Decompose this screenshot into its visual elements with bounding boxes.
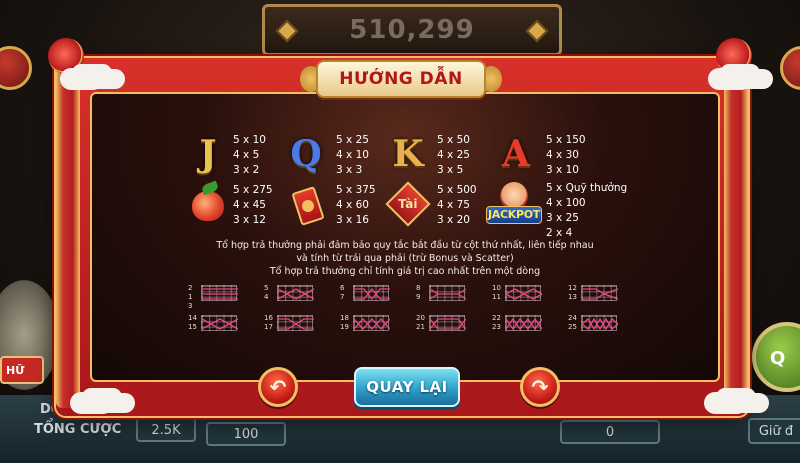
- paytable-a: 5 x 150 4 x 30 3 x 10: [546, 134, 586, 176]
- paytable-k: 5 x 50 4 x 25 3 x 5: [437, 134, 470, 176]
- back-button[interactable]: QUAY LẠI: [354, 367, 460, 407]
- payline-group: 89: [416, 284, 486, 301]
- payline-group: 10 11: [492, 284, 562, 301]
- paytable-q: 5 x 25 4 x 10 3 x 3: [336, 134, 369, 176]
- win-box: 0: [560, 420, 660, 444]
- previous-page-button[interactable]: ↶: [258, 367, 298, 407]
- arrow-left-icon: ↶: [269, 375, 287, 399]
- cloud-icon: [708, 68, 752, 90]
- paytable-j: 5 x 10 4 x 53 x 2: [233, 134, 266, 176]
- cloud-icon: [60, 68, 104, 90]
- payline-group: 16 17: [264, 314, 334, 331]
- payline-group: 67: [340, 284, 410, 301]
- arrow-right-icon: ↷: [531, 375, 549, 399]
- payline-group: 54: [264, 284, 334, 301]
- jackpot-bar: 510,299: [262, 4, 562, 56]
- tai-diamond-icon: Tài: [385, 181, 431, 227]
- bet-box[interactable]: 100: [206, 422, 286, 446]
- payline-group: 18 19: [340, 314, 410, 331]
- symbol-j-icon: J: [199, 133, 217, 175]
- rules-text: Tổ hợp trả thưởng phải đảm bảo quy tắc b…: [216, 240, 594, 277]
- payline-group: 20 21: [416, 314, 486, 331]
- payline-group: 12 13: [568, 284, 638, 301]
- payline-group: 24 25: [568, 314, 638, 331]
- left-pillar: [56, 58, 80, 408]
- jackpot-value: 510,299: [349, 15, 475, 45]
- peach-icon: [188, 186, 228, 226]
- jackpot-icon: JACKPOT: [486, 182, 542, 228]
- dialog-title: HƯỚNG DẪN: [339, 69, 463, 89]
- total-bet-value: 2.5K: [136, 418, 196, 442]
- diamond-ornament-icon: [275, 19, 299, 43]
- paytable-envelope: 5 x 375 4 x 60 3 x 16: [336, 184, 376, 226]
- spin-ball-button[interactable]: Q: [752, 322, 800, 392]
- total-bet-label: TỔNG CƯỢC: [34, 422, 122, 437]
- payline-group: 213: [188, 284, 258, 310]
- left-tag: HỮ: [0, 356, 44, 384]
- payline-group: 22 23: [492, 314, 562, 331]
- side-settings-button[interactable]: [780, 46, 800, 90]
- symbol-k-icon: K: [392, 133, 424, 175]
- side-menu-button[interactable]: [0, 46, 32, 90]
- diamond-ornament-icon: [525, 19, 549, 43]
- right-pillar: [724, 58, 748, 408]
- title-plaque: HƯỚNG DẪN: [316, 60, 486, 98]
- next-page-button[interactable]: ↷: [520, 367, 560, 407]
- red-envelope-icon: [288, 186, 328, 226]
- paytable-jackpot: 5 x Quỹ thưởng 4 x 100 3 x 25 2 x 4: [546, 182, 628, 239]
- paytable-peach: 5 x 275 4 x 45 3 x 12: [233, 184, 273, 226]
- paytable-tai: 5 x 500 4 x 75 3 x 20: [437, 184, 477, 226]
- cloud-icon: [704, 392, 748, 414]
- cloud-icon: [70, 392, 114, 414]
- symbol-a-icon: A: [502, 133, 530, 175]
- payline-group: 14 15: [188, 314, 258, 331]
- symbol-q-icon: Q: [290, 133, 322, 175]
- hold-button[interactable]: Giữ đ: [748, 418, 800, 444]
